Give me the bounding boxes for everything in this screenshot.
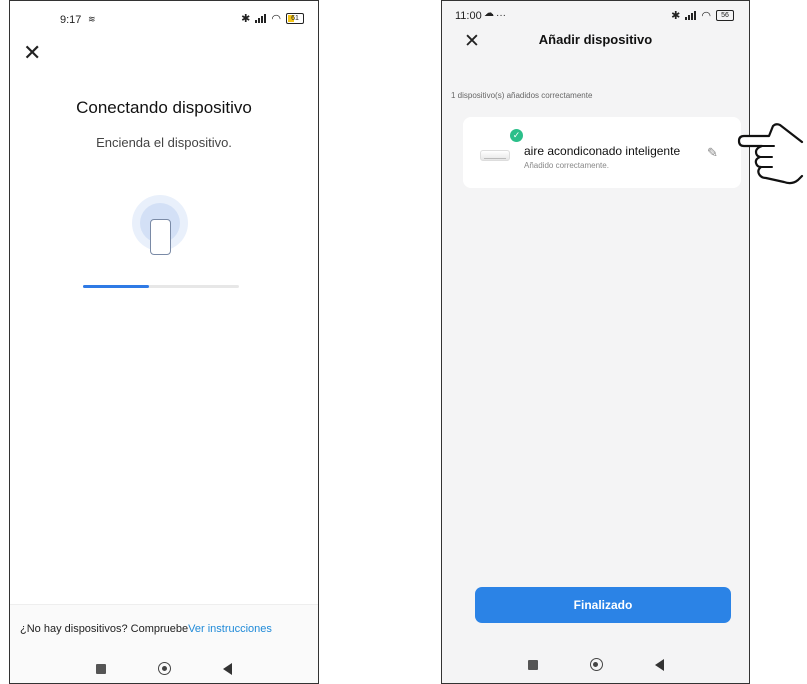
- notification-icon: ≋: [88, 14, 96, 24]
- phone-icon: [150, 219, 171, 255]
- status-bar: 11:00 ☁ ··· ✱ ◠ 56: [442, 1, 749, 27]
- battery-icon: 56: [716, 10, 734, 21]
- system-icons: ✱ ◠ 56: [671, 9, 734, 22]
- status-extra: ···: [496, 10, 506, 21]
- page-subtitle: Encienda el dispositivo.: [96, 135, 232, 150]
- status-time: 9:17: [60, 14, 82, 26]
- signal-icon: [255, 14, 267, 23]
- home-button[interactable]: [589, 658, 603, 671]
- finish-button[interactable]: Finalizado: [475, 587, 731, 623]
- back-button[interactable]: [223, 662, 232, 675]
- recents-button[interactable]: [96, 663, 106, 674]
- no-devices-text: ¿No hay dispositivos? Compruebe: [20, 623, 189, 635]
- checkmark-icon: ✓: [510, 129, 523, 142]
- home-button[interactable]: [158, 662, 171, 675]
- wifi-icon: ◠: [271, 13, 281, 25]
- android-nav-bar: [10, 662, 318, 675]
- left-phone-screen: 9:17 ≋ ✱ ◠ 61 ✕ Conectando dispositivo E…: [9, 0, 319, 684]
- system-icons: ✱ ◠ 61: [241, 12, 304, 25]
- right-phone-screen: 11:00 ☁ ··· ✱ ◠ 56 ✕ Añadir dispositivo …: [441, 0, 750, 684]
- close-icon[interactable]: ✕: [23, 42, 41, 64]
- added-count-text: 1 dispositivo(s) añadidos correctamente: [451, 91, 593, 100]
- device-status: Añadido correctamente.: [524, 161, 609, 170]
- android-nav-bar: [442, 658, 749, 671]
- progress-fill: [83, 285, 149, 288]
- device-name: aire acondiconado inteligente: [524, 144, 681, 158]
- back-button[interactable]: [654, 658, 664, 671]
- edit-pencil-icon[interactable]: ✎: [707, 145, 718, 161]
- battery-icon: 61: [286, 13, 304, 24]
- status-bar: 9:17 ≋ ✱ ◠ 61: [10, 1, 318, 27]
- bluetooth-icon: ✱: [671, 10, 681, 22]
- recents-button[interactable]: [527, 659, 538, 670]
- status-time: 11:00: [455, 10, 482, 22]
- instructions-link[interactable]: Ver instrucciones: [188, 623, 272, 635]
- no-devices-help: ¿No hay dispositivos? CompruebeVer instr…: [20, 623, 272, 635]
- wifi-icon: ◠: [701, 10, 711, 22]
- page-title: Conectando dispositivo: [76, 98, 252, 117]
- signal-icon: [685, 11, 697, 20]
- cloud-icon: ☁: [484, 8, 494, 19]
- bluetooth-icon: ✱: [241, 13, 251, 25]
- page-title: Añadir dispositivo: [538, 32, 653, 47]
- air-conditioner-image: [480, 150, 510, 161]
- device-card[interactable]: ✓ aire acondiconado inteligente Añadido …: [463, 117, 741, 188]
- connection-progress: [83, 285, 239, 288]
- pointing-hand-icon: [737, 123, 804, 185]
